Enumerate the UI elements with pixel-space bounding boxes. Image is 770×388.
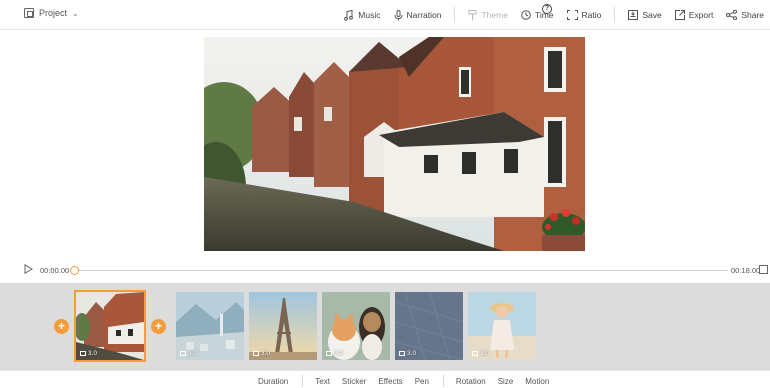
add-clip-after-button[interactable]: + <box>151 319 166 334</box>
share-button[interactable]: Share <box>726 7 764 23</box>
tab-text[interactable]: Text <box>315 377 330 386</box>
music-label: Music <box>358 10 381 20</box>
export-button[interactable]: Export <box>674 7 714 23</box>
top-toolbar: Project ⌄ ? Music Narration Theme Time R… <box>0 0 770 30</box>
share-label: Share <box>741 10 764 20</box>
tab-sticker[interactable]: Sticker <box>342 377 366 386</box>
toolbar-divider <box>614 7 616 23</box>
clip-duration-value: 3.0 <box>188 350 198 357</box>
tab-duration[interactable]: Duration <box>258 377 288 386</box>
narration-label: Narration <box>406 10 442 20</box>
clip-thumbnail[interactable]: 3.0 <box>249 292 317 360</box>
clip-duration-value: 3.0 <box>88 350 98 357</box>
clip-strip: + 3.0 + 3.0 3.0 3.0 3.0 3.0 <box>0 283 770 370</box>
save-icon <box>628 10 639 20</box>
clip-duration: 3.0 <box>253 350 270 357</box>
current-time: 00:00.00 <box>40 266 70 275</box>
music-button[interactable]: Music <box>344 7 381 23</box>
total-time: 00:18.00 <box>731 266 761 275</box>
ratio-icon <box>566 10 578 20</box>
bottom-toolbar: Duration Text Sticker Effects Pen Rotati… <box>0 370 770 388</box>
play-icon[interactable] <box>24 264 33 274</box>
clip-duration-value: 3.0 <box>334 350 344 357</box>
clip-duration-value: 3.0 <box>407 350 417 357</box>
microphone-icon <box>394 9 402 20</box>
preview-image[interactable] <box>204 37 585 251</box>
tab-size[interactable]: Size <box>498 377 514 386</box>
timeline-track[interactable] <box>74 270 728 271</box>
clip-duration-value: 3.0 <box>261 350 271 357</box>
tab-rotation[interactable]: Rotation <box>456 377 486 386</box>
clip-duration-value: 3.0 <box>480 350 490 357</box>
theme-icon <box>468 9 477 20</box>
clip-thumbnail[interactable]: 3.0 <box>176 292 244 360</box>
clip-duration: 3.0 <box>180 350 197 357</box>
image-icon <box>253 351 259 356</box>
playback-bar: 00:00.00 00:18.00 <box>0 260 770 282</box>
music-icon <box>344 9 354 21</box>
save-label: Save <box>642 10 662 20</box>
narration-button[interactable]: Narration <box>394 7 442 23</box>
clip-thumbnail[interactable]: 3.0 <box>322 292 390 360</box>
ratio-label: Ratio <box>581 10 602 20</box>
clip-duration: 3.0 <box>80 350 97 357</box>
image-icon <box>180 351 186 356</box>
timeline-scrubber[interactable] <box>70 266 79 275</box>
share-icon <box>726 10 738 20</box>
clip-thumbnail[interactable]: 3.0 <box>74 290 146 362</box>
clip-duration: 3.0 <box>399 350 416 357</box>
tab-divider <box>442 375 444 387</box>
tab-pen[interactable]: Pen <box>415 377 429 386</box>
canal-houses-image <box>204 37 585 251</box>
fullscreen-icon[interactable] <box>759 265 768 274</box>
time-label: Time <box>534 10 554 20</box>
tab-effects[interactable]: Effects <box>378 377 402 386</box>
toolbar-divider <box>454 7 456 23</box>
clip-thumbnail[interactable]: 3.0 <box>395 292 463 360</box>
preview-stage <box>0 31 770 257</box>
clock-icon <box>521 10 531 20</box>
add-clip-before-button[interactable]: + <box>54 319 69 334</box>
export-label: Export <box>688 10 714 20</box>
export-icon <box>674 10 685 20</box>
save-button[interactable]: Save <box>628 7 662 23</box>
clip-duration: 3.0 <box>472 350 489 357</box>
tab-divider <box>302 375 304 387</box>
project-label: Project <box>39 8 68 18</box>
tab-motion[interactable]: Motion <box>525 377 549 386</box>
image-icon <box>80 351 86 356</box>
image-icon <box>399 351 405 356</box>
clip-thumbnail[interactable]: 3.0 <box>468 292 536 360</box>
toolbar-tools: Music Narration Theme Time Ratio Save Ex… <box>331 7 764 23</box>
ratio-button[interactable]: Ratio <box>566 7 602 23</box>
image-icon <box>472 351 478 356</box>
theme-label: Theme <box>481 10 508 20</box>
edit-tabs: Duration Text Sticker Effects Pen Rotati… <box>258 375 561 387</box>
chevron-down-icon: ⌄ <box>72 8 79 18</box>
time-button[interactable]: Time <box>521 7 554 23</box>
clip-duration: 3.0 <box>326 350 343 357</box>
image-icon <box>326 351 332 356</box>
theme-button[interactable]: Theme <box>468 7 508 23</box>
project-menu[interactable]: Project ⌄ <box>24 8 79 18</box>
project-icon <box>24 8 34 18</box>
